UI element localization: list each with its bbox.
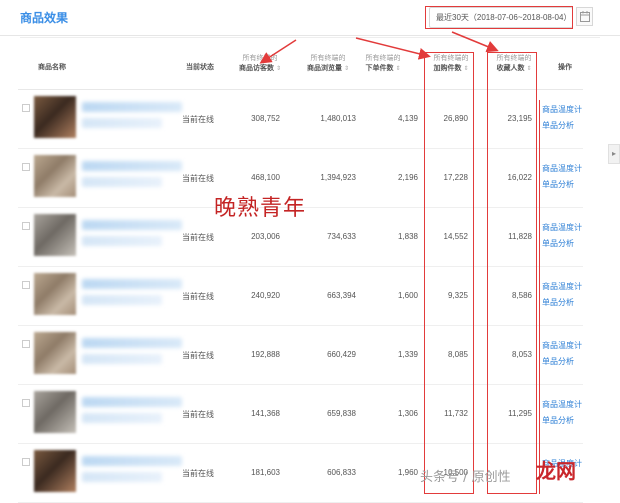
annotation-box-cart (424, 52, 474, 494)
product-subtitle-blurred (82, 177, 162, 187)
visitors-value: 192,888 (251, 350, 280, 359)
sort-icon[interactable]: ⇕ (276, 66, 281, 72)
analysis-link[interactable]: 单品分析 (542, 238, 574, 249)
pageviews-value: 660,429 (327, 350, 356, 359)
row-checkbox[interactable] (22, 340, 30, 348)
col-visitors[interactable]: 所有终端的 商品访客数 ⇕ (232, 54, 288, 74)
product-thumbnail[interactable] (34, 96, 76, 138)
analysis-link[interactable]: 单品分析 (542, 356, 574, 367)
pageviews-value: 1,480,013 (320, 114, 356, 123)
visitors-value: 468,100 (251, 173, 280, 182)
product-thumbnail[interactable] (34, 391, 76, 433)
temperature-link[interactable]: 商品温度计 (542, 281, 582, 292)
product-thumbnail[interactable] (34, 155, 76, 197)
product-thumbnail[interactable] (34, 450, 76, 492)
side-tab-handle[interactable]: ▸ (608, 144, 620, 164)
visitors-value: 181,603 (251, 468, 280, 477)
logo-watermark: 龙网 (536, 459, 576, 483)
page-title: 商品效果 (20, 11, 69, 25)
visitors-value: 203,006 (251, 232, 280, 241)
product-title-blurred[interactable] (82, 161, 182, 171)
product-subtitle-blurred (82, 354, 162, 364)
row-checkbox[interactable] (22, 222, 30, 230)
orders-value: 2,196 (397, 173, 418, 182)
annotation-box-date (425, 6, 573, 29)
row-checkbox[interactable] (22, 163, 30, 171)
orders-value: 1,600 (397, 291, 418, 300)
status-text: 当前在线 (182, 233, 214, 242)
status-text: 当前在线 (182, 410, 214, 419)
temperature-link[interactable]: 商品温度计 (542, 104, 582, 115)
temperature-link[interactable]: 商品温度计 (542, 399, 582, 410)
col-orders[interactable]: 所有终端的 下单件数 ⇕ (358, 54, 408, 74)
col-actions: 操作 (558, 64, 572, 71)
product-subtitle-blurred (82, 472, 162, 482)
product-subtitle-blurred (82, 413, 162, 423)
pageviews-value: 734,633 (327, 232, 356, 241)
annotation-box-favorites (487, 52, 537, 494)
col-product-name: 商品名称 (38, 64, 66, 71)
visitors-value: 141,368 (251, 409, 280, 418)
analysis-link[interactable]: 单品分析 (542, 297, 574, 308)
product-title-blurred[interactable] (82, 220, 182, 230)
product-title-blurred[interactable] (82, 102, 182, 112)
sort-icon[interactable]: ⇕ (344, 66, 349, 72)
sort-icon[interactable]: ⇕ (395, 66, 400, 72)
pageviews-value: 606,833 (327, 468, 356, 477)
visitors-value: 308,752 (251, 114, 280, 123)
product-title-blurred[interactable] (82, 456, 182, 466)
orders-value: 1,306 (397, 409, 418, 418)
pageviews-value: 659,838 (327, 409, 356, 418)
orders-value: 4,139 (397, 114, 418, 123)
row-checkbox[interactable] (22, 104, 30, 112)
annotation-line-actions (539, 100, 540, 494)
product-thumbnail[interactable] (34, 273, 76, 315)
calendar-icon (580, 11, 590, 22)
analysis-link[interactable]: 单品分析 (542, 179, 574, 190)
product-subtitle-blurred (82, 236, 162, 246)
status-text: 当前在线 (182, 351, 214, 360)
analysis-link[interactable]: 单品分析 (542, 120, 574, 131)
row-checkbox[interactable] (22, 458, 30, 466)
product-subtitle-blurred (82, 295, 162, 305)
orders-value: 1,838 (397, 232, 418, 241)
orders-value: 1,339 (397, 350, 418, 359)
product-title-blurred[interactable] (82, 397, 182, 407)
col-status: 当前状态 (186, 64, 214, 71)
calendar-button[interactable] (576, 7, 593, 26)
filter-row (20, 30, 600, 38)
temperature-link[interactable]: 商品温度计 (542, 340, 582, 351)
status-text: 当前在线 (182, 469, 214, 478)
pageviews-value: 663,394 (327, 291, 356, 300)
temperature-link[interactable]: 商品温度计 (542, 163, 582, 174)
row-checkbox[interactable] (22, 399, 30, 407)
visitors-value: 240,920 (251, 291, 280, 300)
analysis-link[interactable]: 单品分析 (542, 415, 574, 426)
status-text: 当前在线 (182, 115, 214, 124)
footer-watermark: 头条号 / 原创性 (420, 470, 511, 485)
temperature-link[interactable]: 商品温度计 (542, 222, 582, 233)
product-thumbnail[interactable] (34, 332, 76, 374)
annotation-text: 晚熟青年 (214, 196, 307, 221)
status-text: 当前在线 (182, 292, 214, 301)
row-checkbox[interactable] (22, 281, 30, 289)
product-title-blurred[interactable] (82, 279, 182, 289)
product-title-blurred[interactable] (82, 338, 182, 348)
product-thumbnail[interactable] (34, 214, 76, 256)
orders-value: 1,960 (397, 468, 418, 477)
col-pageviews[interactable]: 所有终端的 商品浏览量 ⇕ (300, 54, 356, 74)
product-subtitle-blurred (82, 118, 162, 128)
status-text: 当前在线 (182, 174, 214, 183)
pageviews-value: 1,394,923 (320, 173, 356, 182)
